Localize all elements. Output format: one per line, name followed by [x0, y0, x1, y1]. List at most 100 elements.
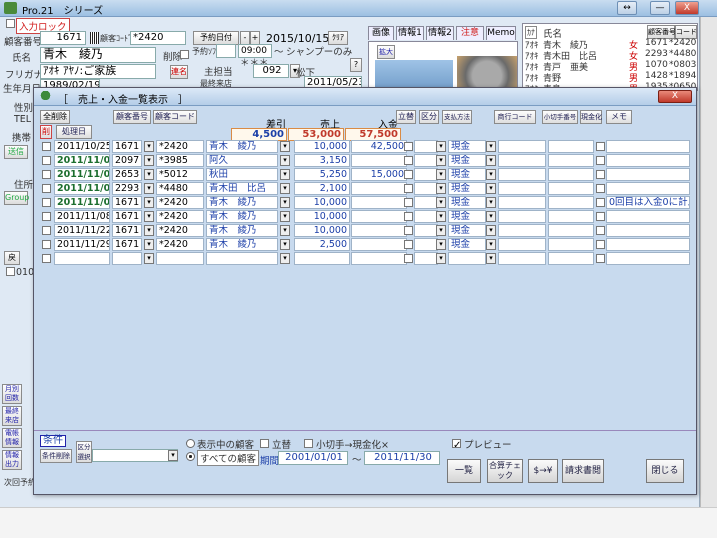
- sales-row[interactable]: 2011/10/25 1671 ▾ *2420 青木 綾乃 ▾ 10,000 42,500 ▾ 現…: [40, 140, 692, 154]
- row-product-code-cell[interactable]: [498, 252, 546, 265]
- row-customer-dropdown-icon[interactable]: ▾: [144, 253, 154, 264]
- row-delete-checkbox[interactable]: [42, 226, 51, 235]
- row-payment-method-cell[interactable]: 現金: [448, 224, 486, 237]
- row-sales-cell[interactable]: 5,250: [294, 168, 350, 181]
- delete-marker[interactable]: 削: [40, 125, 52, 139]
- main-scrollbar[interactable]: [700, 17, 717, 507]
- customer-list-code-header[interactable]: コード: [675, 25, 697, 39]
- row-name-cell[interactable]: 青木 綾乃: [206, 238, 278, 251]
- row-customer-code-cell[interactable]: [156, 252, 204, 265]
- date-prev-button[interactable]: -: [240, 31, 250, 45]
- row-detail-button[interactable]: ▾: [280, 253, 290, 264]
- row-memo-cell[interactable]: [606, 252, 690, 265]
- classification-button[interactable]: 区分 選択: [76, 441, 92, 463]
- row-payment-method-dropdown-icon[interactable]: ▾: [486, 225, 496, 236]
- group-button[interactable]: Group: [4, 191, 29, 205]
- row-payment-method-dropdown-icon[interactable]: ▾: [486, 155, 496, 166]
- customer-code-sort-button[interactable]: 顧客コード: [153, 110, 197, 124]
- row-category-cell[interactable]: [414, 154, 438, 167]
- payment-method-column-button[interactable]: 支払方法: [442, 110, 472, 124]
- row-customer-no-cell[interactable]: 2653: [112, 168, 142, 181]
- row-detail-button[interactable]: ▾: [280, 211, 290, 222]
- send-button[interactable]: 送信: [4, 145, 28, 159]
- row-date-cell[interactable]: 2011/11/01: [54, 182, 110, 195]
- row-customer-code-cell[interactable]: *4480: [156, 182, 204, 195]
- check-cash-checkbox[interactable]: [304, 439, 313, 448]
- tab-caution[interactable]: 注意: [456, 26, 484, 40]
- row-customer-code-cell[interactable]: *2420: [156, 238, 204, 251]
- row-category-cell[interactable]: [414, 140, 438, 153]
- reservation-date-button[interactable]: 予約日付: [193, 31, 239, 45]
- row-memo-cell[interactable]: [606, 140, 690, 153]
- row-category-dropdown-icon[interactable]: ▾: [436, 183, 446, 194]
- reservation-count-field[interactable]: [216, 44, 236, 58]
- row-category-dropdown-icon[interactable]: ▾: [436, 169, 446, 180]
- row-customer-no-cell[interactable]: 1671: [112, 238, 142, 251]
- transfer-column-button[interactable]: 立替: [396, 110, 416, 124]
- row-delete-checkbox[interactable]: [42, 142, 51, 151]
- cash-column-button[interactable]: 現金化: [580, 110, 602, 124]
- radio-all[interactable]: [186, 452, 195, 461]
- image-expand-button[interactable]: 拡大: [377, 45, 395, 59]
- row-payment-method-cell[interactable]: 現金: [448, 196, 486, 209]
- info-output-button[interactable]: 情報出力: [2, 450, 22, 470]
- row-name-cell[interactable]: 青木 綾乃: [206, 196, 278, 209]
- last-visit-button[interactable]: 最終来店: [2, 406, 22, 426]
- row-customer-no-cell[interactable]: [112, 252, 142, 265]
- app-close-button[interactable]: X: [675, 1, 699, 15]
- row-sales-cell[interactable]: 10,000: [294, 210, 350, 223]
- row-transfer-checkbox[interactable]: [404, 170, 413, 179]
- row-customer-dropdown-icon[interactable]: ▾: [144, 155, 154, 166]
- row-delete-checkbox[interactable]: [42, 254, 51, 263]
- tab-image[interactable]: 画像: [368, 26, 394, 40]
- row-customer-code-cell[interactable]: *2420: [156, 140, 204, 153]
- row-payment-method-cell[interactable]: 現金: [448, 182, 486, 195]
- ledger-info-button[interactable]: 電帳情報: [2, 428, 22, 448]
- row-delete-checkbox[interactable]: [42, 212, 51, 221]
- row-payment-cell[interactable]: [351, 182, 407, 195]
- tab-info1[interactable]: 情報1: [396, 26, 424, 40]
- row-product-code-cell[interactable]: [498, 210, 546, 223]
- sales-row[interactable]: 2011/11/012653▾*5012秋田▾5,25015,000▾現金▾: [40, 168, 692, 182]
- row-payment-cell[interactable]: [351, 196, 407, 209]
- row-name-cell[interactable]: 青木 綾乃: [206, 224, 278, 237]
- period-from-field[interactable]: 2001/01/01: [278, 451, 348, 465]
- row-check-no-cell[interactable]: [548, 252, 594, 265]
- side-checkbox[interactable]: [6, 267, 15, 276]
- row-date-cell[interactable]: 2011/10/25: [54, 140, 110, 153]
- row-sales-cell[interactable]: 10,000: [294, 140, 350, 153]
- total-check-button[interactable]: 合算チェック: [487, 459, 523, 483]
- invoice-view-button[interactable]: 請求書閲: [562, 459, 604, 483]
- row-sales-cell[interactable]: 3,150: [294, 154, 350, 167]
- restore-button[interactable]: ↔: [617, 1, 637, 15]
- kana-field[interactable]: ｱｵｷ ｱﾔﾉ:ご家族: [40, 64, 156, 79]
- monthly-count-button[interactable]: 月別回数: [2, 384, 22, 404]
- row-payment-method-cell[interactable]: 現金: [448, 238, 486, 251]
- row-payment-cell[interactable]: [351, 154, 407, 167]
- row-customer-no-cell[interactable]: 2097: [112, 154, 142, 167]
- row-detail-button[interactable]: ▾: [280, 155, 290, 166]
- staff-code-field[interactable]: 092: [253, 64, 289, 78]
- classification-dropdown-icon[interactable]: ▾: [168, 450, 178, 461]
- row-payment-method-dropdown-icon[interactable]: ▾: [486, 253, 496, 264]
- contact-button[interactable]: 連名: [170, 65, 188, 79]
- help-button[interactable]: ?: [350, 58, 362, 72]
- row-transfer-checkbox[interactable]: [404, 240, 413, 249]
- row-product-code-cell[interactable]: [498, 140, 546, 153]
- row-date-cell[interactable]: 2011/11/01: [54, 154, 110, 167]
- row-transfer-checkbox[interactable]: [404, 254, 413, 263]
- row-sales-cell[interactable]: 10,000: [294, 224, 350, 237]
- row-delete-checkbox[interactable]: [42, 170, 51, 179]
- row-customer-dropdown-icon[interactable]: ▾: [144, 197, 154, 208]
- row-category-dropdown-icon[interactable]: ▾: [436, 225, 446, 236]
- row-sales-cell[interactable]: 2,500: [294, 238, 350, 251]
- row-category-cell[interactable]: [414, 238, 438, 251]
- row-memo-cell[interactable]: [606, 154, 690, 167]
- row-check-no-cell[interactable]: [548, 196, 594, 209]
- row-transfer-checkbox[interactable]: [404, 212, 413, 221]
- tab-memo[interactable]: Memo: [486, 26, 516, 40]
- row-cash-checkbox[interactable]: [596, 198, 605, 207]
- sales-row[interactable]: 2011/11/22 1671 ▾ *2420 青木 綾乃 ▾ 10,000 ▾ 現金 ▾: [40, 224, 692, 238]
- row-detail-button[interactable]: ▾: [280, 183, 290, 194]
- row-check-no-cell[interactable]: [548, 168, 594, 181]
